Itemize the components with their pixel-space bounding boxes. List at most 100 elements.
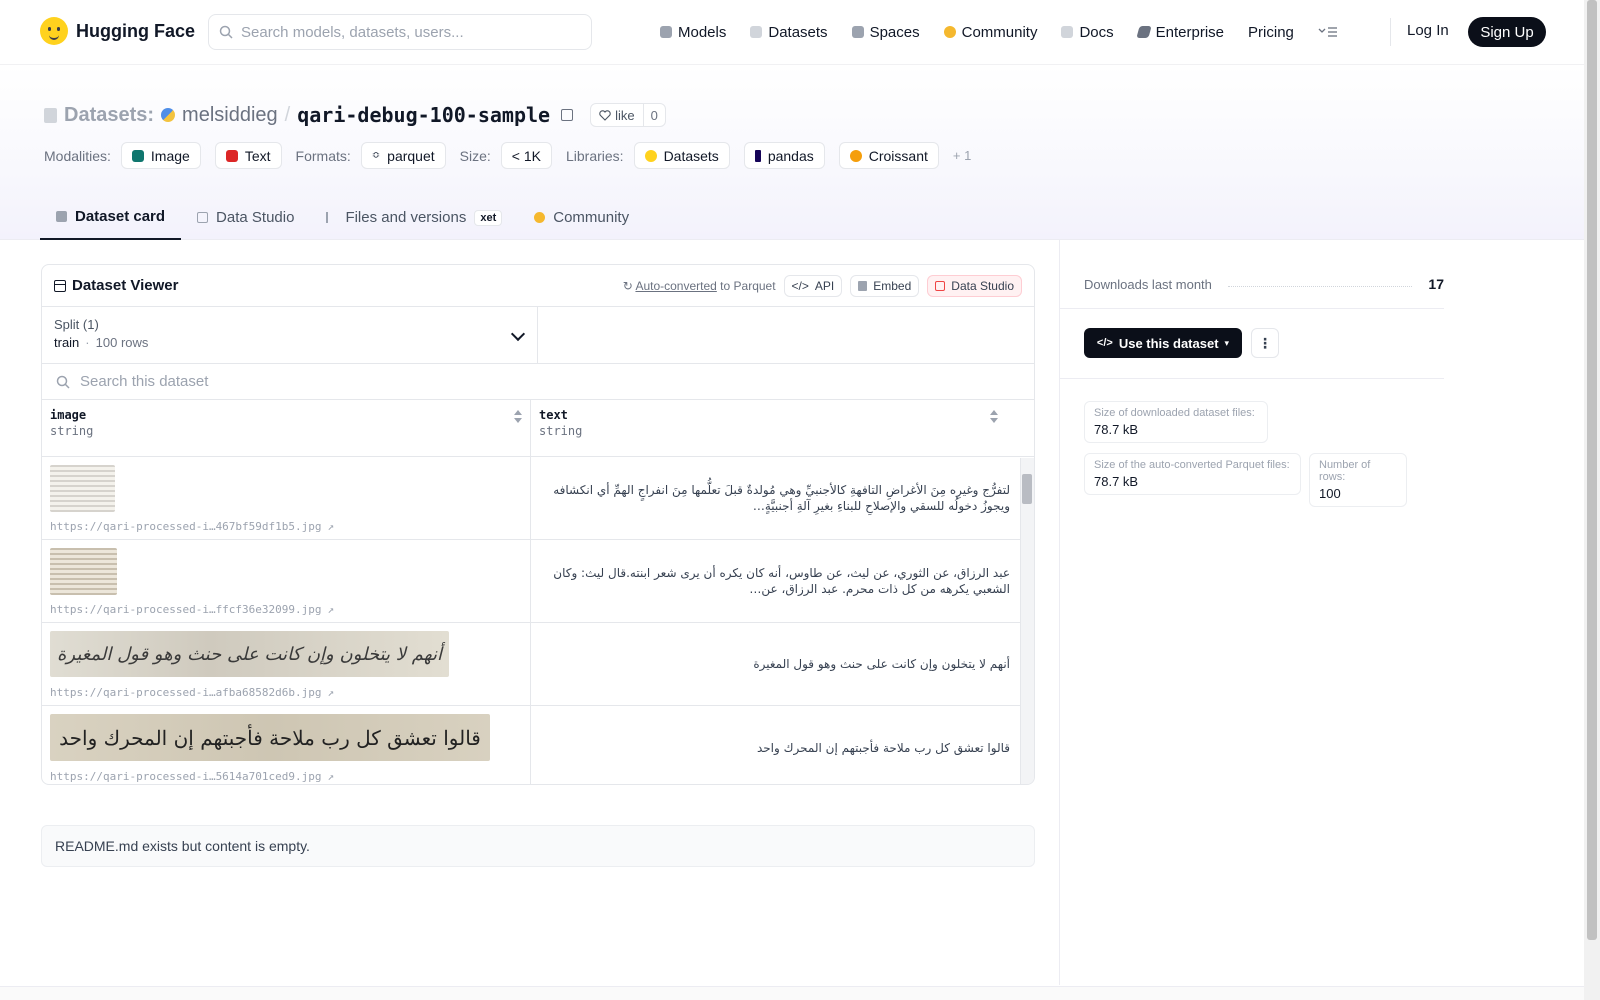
copy-icon[interactable] — [561, 109, 574, 121]
library-croissant-label: Croissant — [868, 147, 928, 164]
nav-models[interactable]: Models — [660, 18, 726, 46]
table-icon — [54, 279, 66, 292]
library-datasets-tag[interactable]: Datasets — [633, 142, 730, 169]
size-tag[interactable]: < 1K — [500, 142, 552, 169]
split-selector[interactable]: Split (1) train · 100 rows — [42, 307, 538, 363]
text-cell: عبد الرزاق، عن الثوري، عن ليث، عن طاوس، … — [531, 540, 1020, 622]
kebab-icon: ⋮ — [1258, 334, 1272, 351]
format-tag[interactable]: ≎ parquet — [360, 142, 446, 169]
nav-community[interactable]: Community — [943, 18, 1037, 46]
tab-data-studio[interactable]: Data Studio — [181, 195, 310, 240]
dataset-card-icon — [56, 211, 67, 222]
row-image-thumbnail[interactable]: قالوا تعشق كل رب ملاحة فأجبتهم إن المحرك… — [50, 714, 490, 761]
sort-icon[interactable] — [990, 410, 998, 424]
column-header-text[interactable]: text string — [531, 400, 1020, 456]
section-label[interactable]: Datasets: — [64, 104, 154, 127]
tag-row: Modalities: Image Text Formats: ≎ parquet… — [44, 142, 971, 169]
nav-spaces-label: Spaces — [869, 23, 920, 41]
data-studio-icon — [935, 280, 946, 291]
size-label: Size: — [459, 147, 491, 164]
models-icon — [660, 26, 672, 38]
image-url: https://qari-processed-i…5614a701ced9.jp… — [50, 770, 322, 783]
split-name: train — [54, 335, 80, 350]
row-text: أنهم لا يتخلون وإن كانت على حنث وهو قول … — [753, 657, 1010, 671]
table-row[interactable]: أنهم لا يتخلون وإن كانت على حنث وهو قول … — [42, 623, 1034, 706]
auto-converted-link[interactable]: Auto-converted — [635, 279, 716, 293]
more-menu-icon — [1318, 27, 1337, 37]
row-image-thumbnail[interactable] — [50, 548, 117, 595]
text-cell: قالوا تعشق كل رب ملاحة فأجبتهم إن المحرك… — [531, 706, 1020, 784]
nav-divider — [1390, 18, 1391, 46]
sort-icon[interactable] — [514, 410, 522, 424]
files-icon — [326, 212, 337, 223]
auto-converted-note: ↻ Auto-converted to Parquet — [622, 278, 776, 293]
library-croissant-tag[interactable]: Croissant — [838, 142, 939, 169]
nav-docs[interactable]: Docs — [1061, 18, 1114, 46]
page-scrollbar-thumb[interactable] — [1587, 0, 1597, 940]
table-header: image string text string — [42, 400, 1034, 457]
column-type: string — [50, 424, 94, 438]
tab-dataset-card[interactable]: Dataset card — [40, 195, 182, 240]
embed-button[interactable]: Embed — [850, 274, 920, 297]
repo-name[interactable]: qari-debug-100-sample — [297, 103, 550, 127]
like-button[interactable]: like 0 — [590, 103, 666, 127]
table-row[interactable]: قالوا تعشق كل رب ملاحة فأجبتهم إن المحرك… — [42, 706, 1034, 784]
croissant-icon — [849, 149, 862, 162]
global-search-input[interactable]: Search models, datasets, users... — [208, 14, 592, 50]
modality-text-tag[interactable]: Text — [214, 142, 282, 169]
external-link-icon: ↗ — [327, 603, 335, 616]
image-url-link[interactable]: https://qari-processed-i…5614a701ced9.jp… — [50, 770, 334, 783]
sidebar-divider — [1059, 240, 1060, 985]
nav-links: Models Datasets Spaces Community Docs En… — [660, 18, 1362, 46]
nav-docs-label: Docs — [1079, 23, 1114, 41]
more-libraries-button[interactable]: + 1 — [953, 148, 971, 163]
owner-link[interactable]: melsiddieg — [182, 104, 278, 127]
top-navbar: Hugging Face Search models, datasets, us… — [0, 0, 1584, 65]
image-url: https://qari-processed-i…467bf59df1b5.jp… — [50, 520, 322, 533]
image-url-link[interactable]: https://qari-processed-i…467bf59df1b5.jp… — [50, 520, 334, 533]
nav-enterprise[interactable]: Enterprise — [1136, 18, 1225, 46]
use-this-dataset-label: Use this dataset — [1118, 335, 1219, 351]
stat-value: 78.7 kB — [1094, 474, 1139, 489]
tab-community[interactable]: Community — [518, 195, 645, 240]
text-cell: لتفرُّج وغيرِه مِنَ الأغراضِ التافهةِ كا… — [531, 457, 1020, 539]
search-icon — [219, 25, 233, 39]
hugging-face-logo-icon — [40, 17, 68, 45]
library-pandas-tag[interactable]: pandas — [743, 142, 825, 169]
search-icon — [56, 375, 70, 389]
table-row[interactable]: https://qari-processed-i…ffcf36e32099.jp… — [42, 540, 1034, 623]
tab-dataset-card-label: Dataset card — [75, 208, 166, 225]
table-row[interactable]: https://qari-processed-i…467bf59df1b5.jp… — [42, 457, 1034, 540]
nav-datasets[interactable]: Datasets — [750, 18, 828, 46]
split-rows: 100 rows — [95, 335, 149, 350]
more-options-button[interactable]: ⋮ — [1251, 328, 1279, 358]
nav-enterprise-label: Enterprise — [1155, 23, 1225, 41]
formats-label: Formats: — [295, 147, 351, 164]
row-image-thumbnail[interactable]: أنهم لا يتخلون وإن كانت على حنث وهو قول … — [50, 631, 449, 677]
tab-files-and-versions[interactable]: Files and versions xet — [310, 195, 518, 240]
use-this-dataset-button[interactable]: </> Use this dataset ▾ — [1084, 328, 1242, 358]
column-name: image — [50, 408, 87, 422]
tab-community-label: Community — [553, 209, 630, 226]
column-type: string — [539, 424, 583, 438]
image-url-link[interactable]: https://qari-processed-i…ffcf36e32099.jp… — [50, 603, 334, 616]
page-scrollbar[interactable] — [1584, 0, 1600, 1000]
nav-more-menu[interactable] — [1318, 18, 1338, 46]
table-scrollbar[interactable] — [1020, 458, 1034, 784]
signup-button[interactable]: Sign Up — [1468, 17, 1546, 47]
image-cell: https://qari-processed-i…467bf59df1b5.jp… — [42, 457, 531, 539]
dataset-search-input[interactable]: Search this dataset — [42, 364, 1034, 400]
nav-pricing[interactable]: Pricing — [1248, 18, 1294, 46]
column-header-image[interactable]: image string — [42, 400, 531, 456]
image-url-link[interactable]: https://qari-processed-i…afba68582d6b.jp… — [50, 686, 334, 699]
modality-image-tag[interactable]: Image — [120, 142, 201, 169]
table-scrollbar-thumb[interactable] — [1022, 474, 1032, 504]
stat-label: Number of rows: — [1319, 459, 1371, 483]
data-studio-button[interactable]: Data Studio — [927, 274, 1022, 297]
viewer-actions: ↻ Auto-converted to Parquet </> API Embed… — [622, 274, 1022, 297]
nav-spaces[interactable]: Spaces — [851, 18, 920, 46]
api-button[interactable]: </> API — [783, 274, 843, 297]
row-image-thumbnail[interactable] — [50, 465, 115, 512]
login-link[interactable]: Log In — [1407, 22, 1449, 39]
brand-link[interactable]: Hugging Face — [40, 17, 195, 45]
